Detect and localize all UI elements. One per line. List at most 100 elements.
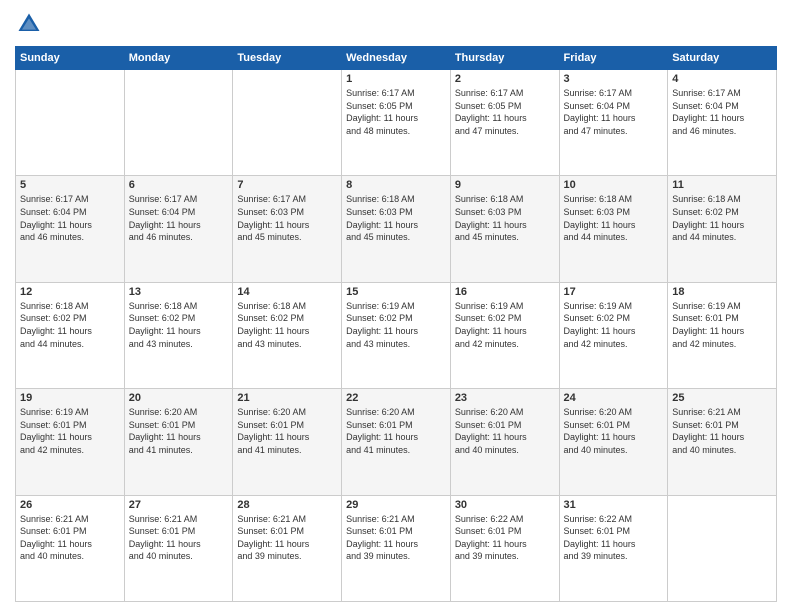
- day-info: Sunrise: 6:19 AM Sunset: 6:02 PM Dayligh…: [346, 300, 446, 350]
- day-info: Sunrise: 6:18 AM Sunset: 6:03 PM Dayligh…: [564, 193, 664, 243]
- calendar-cell: 19 Sunrise: 6:19 AM Sunset: 6:01 PM Dayli…: [16, 389, 125, 495]
- day-number: 6: [129, 179, 229, 191]
- day-info: Sunrise: 6:17 AM Sunset: 6:04 PM Dayligh…: [672, 87, 772, 137]
- calendar-header-tuesday: Tuesday: [233, 47, 342, 70]
- calendar-cell: [16, 70, 125, 176]
- calendar-cell: 16Sunrise: 6:19 AM Sunset: 6:02 PM Dayli…: [450, 282, 559, 388]
- calendar-cell: 21Sunrise: 6:20 AM Sunset: 6:01 PM Dayli…: [233, 389, 342, 495]
- day-info: Sunrise: 6:18 AM Sunset: 6:02 PM Dayligh…: [672, 193, 772, 243]
- day-info: Sunrise: 6:20 AM Sunset: 6:01 PM Dayligh…: [455, 406, 555, 456]
- calendar-cell: [124, 70, 233, 176]
- calendar-header-friday: Friday: [559, 47, 668, 70]
- calendar-header-wednesday: Wednesday: [342, 47, 451, 70]
- day-number: 1: [346, 73, 446, 85]
- calendar-cell: 15 Sunrise: 6:19 AM Sunset: 6:02 PM Dayli…: [342, 282, 451, 388]
- calendar-cell: 24 Sunrise: 6:20 AM Sunset: 6:01 PM Dayli…: [559, 389, 668, 495]
- day-number: 4: [672, 73, 772, 85]
- calendar-cell: 22 Sunrise: 6:20 AM Sunset: 6:01 PM Dayli…: [342, 389, 451, 495]
- calendar-cell: 7 Sunrise: 6:17 AM Sunset: 6:03 PM Daylig…: [233, 176, 342, 282]
- day-number: 20: [129, 392, 229, 404]
- day-number: 28: [237, 499, 337, 511]
- calendar-cell: 27 Sunrise: 6:21 AM Sunset: 6:01 PM Dayli…: [124, 495, 233, 601]
- calendar-cell: 30Sunrise: 6:22 AM Sunset: 6:01 PM Dayli…: [450, 495, 559, 601]
- day-number: 15: [346, 286, 446, 298]
- calendar-week-row: 19 Sunrise: 6:19 AM Sunset: 6:01 PM Dayli…: [16, 389, 777, 495]
- day-number: 24: [564, 392, 664, 404]
- day-number: 12: [20, 286, 120, 298]
- day-info: Sunrise: 6:19 AM Sunset: 6:01 PM Dayligh…: [672, 300, 772, 350]
- day-info: Sunrise: 6:18 AM Sunset: 6:02 PM Dayligh…: [20, 300, 120, 350]
- calendar-header-saturday: Saturday: [668, 47, 777, 70]
- day-number: 2: [455, 73, 555, 85]
- day-info: Sunrise: 6:18 AM Sunset: 6:02 PM Dayligh…: [129, 300, 229, 350]
- calendar-cell: 4 Sunrise: 6:17 AM Sunset: 6:04 PM Daylig…: [668, 70, 777, 176]
- calendar-cell: [668, 495, 777, 601]
- day-info: Sunrise: 6:21 AM Sunset: 6:01 PM Dayligh…: [20, 513, 120, 563]
- day-info: Sunrise: 6:20 AM Sunset: 6:01 PM Dayligh…: [129, 406, 229, 456]
- day-info: Sunrise: 6:20 AM Sunset: 6:01 PM Dayligh…: [564, 406, 664, 456]
- calendar-cell: 26 Sunrise: 6:21 AM Sunset: 6:01 PM Dayli…: [16, 495, 125, 601]
- calendar-week-row: 26 Sunrise: 6:21 AM Sunset: 6:01 PM Dayli…: [16, 495, 777, 601]
- calendar-cell: 2 Sunrise: 6:17 AM Sunset: 6:05 PM Daylig…: [450, 70, 559, 176]
- day-info: Sunrise: 6:21 AM Sunset: 6:01 PM Dayligh…: [129, 513, 229, 563]
- day-info: Sunrise: 6:22 AM Sunset: 6:01 PM Dayligh…: [564, 513, 664, 563]
- calendar-cell: 14 Sunrise: 6:18 AM Sunset: 6:02 PM Dayli…: [233, 282, 342, 388]
- day-info: Sunrise: 6:19 AM Sunset: 6:02 PM Dayligh…: [455, 300, 555, 350]
- day-number: 26: [20, 499, 120, 511]
- day-info: Sunrise: 6:21 AM Sunset: 6:01 PM Dayligh…: [346, 513, 446, 563]
- day-info: Sunrise: 6:18 AM Sunset: 6:03 PM Dayligh…: [455, 193, 555, 243]
- day-number: 27: [129, 499, 229, 511]
- day-number: 23: [455, 392, 555, 404]
- day-number: 30: [455, 499, 555, 511]
- day-number: 7: [237, 179, 337, 191]
- day-number: 14: [237, 286, 337, 298]
- calendar-cell: 28 Sunrise: 6:21 AM Sunset: 6:01 PM Dayli…: [233, 495, 342, 601]
- calendar-header-sunday: Sunday: [16, 47, 125, 70]
- calendar-cell: 8 Sunrise: 6:18 AM Sunset: 6:03 PM Daylig…: [342, 176, 451, 282]
- day-info: Sunrise: 6:18 AM Sunset: 6:02 PM Dayligh…: [237, 300, 337, 350]
- day-number: 21: [237, 392, 337, 404]
- day-info: Sunrise: 6:17 AM Sunset: 6:03 PM Dayligh…: [237, 193, 337, 243]
- calendar-header-monday: Monday: [124, 47, 233, 70]
- calendar-cell: 11 Sunrise: 6:18 AM Sunset: 6:02 PM Dayli…: [668, 176, 777, 282]
- calendar-cell: 20 Sunrise: 6:20 AM Sunset: 6:01 PM Dayli…: [124, 389, 233, 495]
- day-number: 13: [129, 286, 229, 298]
- calendar-cell: 29Sunrise: 6:21 AM Sunset: 6:01 PM Dayli…: [342, 495, 451, 601]
- calendar-cell: 3Sunrise: 6:17 AM Sunset: 6:04 PM Daylig…: [559, 70, 668, 176]
- calendar-cell: 31 Sunrise: 6:22 AM Sunset: 6:01 PM Dayli…: [559, 495, 668, 601]
- calendar-week-row: 12 Sunrise: 6:18 AM Sunset: 6:02 PM Dayli…: [16, 282, 777, 388]
- calendar-cell: 23 Sunrise: 6:20 AM Sunset: 6:01 PM Dayli…: [450, 389, 559, 495]
- logo-icon: [15, 10, 43, 38]
- calendar-cell: 6 Sunrise: 6:17 AM Sunset: 6:04 PM Daylig…: [124, 176, 233, 282]
- day-number: 10: [564, 179, 664, 191]
- calendar-week-row: 5 Sunrise: 6:17 AM Sunset: 6:04 PM Daylig…: [16, 176, 777, 282]
- calendar-cell: 5 Sunrise: 6:17 AM Sunset: 6:04 PM Daylig…: [16, 176, 125, 282]
- day-info: Sunrise: 6:20 AM Sunset: 6:01 PM Dayligh…: [346, 406, 446, 456]
- day-info: Sunrise: 6:17 AM Sunset: 6:05 PM Dayligh…: [455, 87, 555, 137]
- day-info: Sunrise: 6:19 AM Sunset: 6:02 PM Dayligh…: [564, 300, 664, 350]
- calendar-cell: 1 Sunrise: 6:17 AM Sunset: 6:05 PM Daylig…: [342, 70, 451, 176]
- calendar-header-thursday: Thursday: [450, 47, 559, 70]
- calendar-cell: 12 Sunrise: 6:18 AM Sunset: 6:02 PM Dayli…: [16, 282, 125, 388]
- calendar-cell: 13 Sunrise: 6:18 AM Sunset: 6:02 PM Dayli…: [124, 282, 233, 388]
- calendar-cell: [233, 70, 342, 176]
- day-number: 5: [20, 179, 120, 191]
- day-info: Sunrise: 6:21 AM Sunset: 6:01 PM Dayligh…: [672, 406, 772, 456]
- day-number: 8: [346, 179, 446, 191]
- day-number: 11: [672, 179, 772, 191]
- day-info: Sunrise: 6:17 AM Sunset: 6:04 PM Dayligh…: [20, 193, 120, 243]
- day-number: 19: [20, 392, 120, 404]
- day-number: 31: [564, 499, 664, 511]
- day-info: Sunrise: 6:21 AM Sunset: 6:01 PM Dayligh…: [237, 513, 337, 563]
- day-info: Sunrise: 6:17 AM Sunset: 6:05 PM Dayligh…: [346, 87, 446, 137]
- calendar-cell: 10 Sunrise: 6:18 AM Sunset: 6:03 PM Dayli…: [559, 176, 668, 282]
- day-number: 22: [346, 392, 446, 404]
- day-number: 18: [672, 286, 772, 298]
- day-info: Sunrise: 6:18 AM Sunset: 6:03 PM Dayligh…: [346, 193, 446, 243]
- calendar-cell: 25Sunrise: 6:21 AM Sunset: 6:01 PM Dayli…: [668, 389, 777, 495]
- day-info: Sunrise: 6:19 AM Sunset: 6:01 PM Dayligh…: [20, 406, 120, 456]
- day-info: Sunrise: 6:17 AM Sunset: 6:04 PM Dayligh…: [564, 87, 664, 137]
- header: [15, 10, 777, 38]
- day-info: Sunrise: 6:17 AM Sunset: 6:04 PM Dayligh…: [129, 193, 229, 243]
- logo: [15, 10, 45, 38]
